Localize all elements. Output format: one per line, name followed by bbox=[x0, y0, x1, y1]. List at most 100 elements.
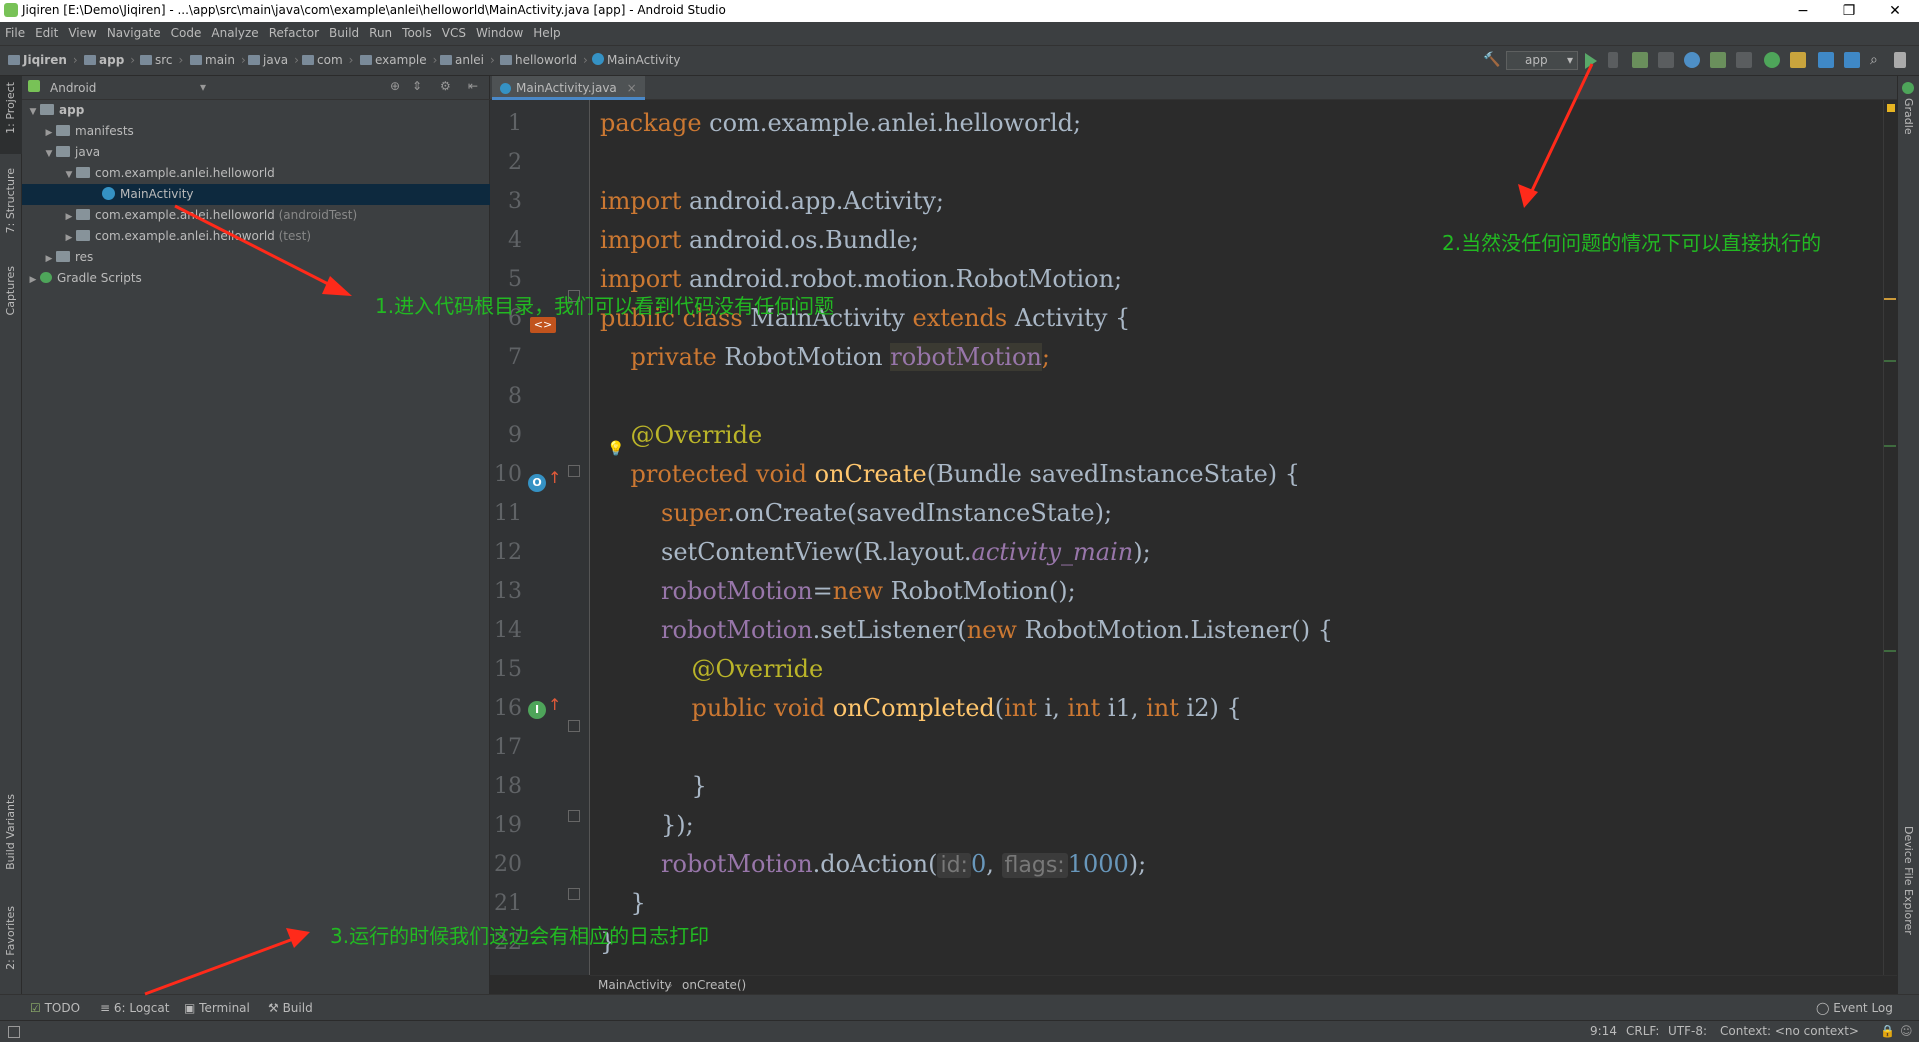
implements-marker-icon[interactable]: I bbox=[528, 701, 546, 719]
apply-changes-icon[interactable] bbox=[1608, 52, 1618, 68]
menu-run[interactable]: Run bbox=[364, 22, 397, 40]
make-project-hammer-icon[interactable]: 🔨 bbox=[1483, 52, 1500, 68]
menu-code[interactable]: Code bbox=[166, 22, 207, 40]
fold-marker-icon[interactable] bbox=[568, 465, 580, 477]
implements-arrow-icon[interactable]: ↑ bbox=[548, 695, 561, 714]
marker[interactable] bbox=[1884, 650, 1896, 652]
menu-analyze[interactable]: Analyze bbox=[206, 22, 263, 40]
menu-build[interactable]: Build bbox=[324, 22, 364, 40]
annotation-1: 1.进入代码根目录，我们可以看到代码没有任何问题 bbox=[375, 294, 835, 318]
lock-icon[interactable]: 🔒 bbox=[1880, 1024, 1895, 1038]
tool-windows-icon[interactable] bbox=[8, 1026, 20, 1038]
tool-logcat[interactable]: ≡ 6: Logcat bbox=[100, 1001, 169, 1015]
collapse-all-icon[interactable]: ⇕ bbox=[412, 79, 422, 93]
crumb-class[interactable]: MainActivity bbox=[598, 978, 672, 992]
maximize-button[interactable]: ❐ bbox=[1826, 1, 1872, 21]
line-number: 15 bbox=[494, 657, 522, 682]
tree-item-package[interactable]: ▼ com.example.anlei.helloworld bbox=[22, 163, 490, 184]
marker[interactable] bbox=[1884, 360, 1896, 362]
project-view-select[interactable]: Android bbox=[50, 81, 96, 95]
tool-build[interactable]: ⚒ Build bbox=[268, 1001, 313, 1015]
activity-layout-icon[interactable]: <> bbox=[530, 317, 556, 333]
breadcrumb-example[interactable]: example › bbox=[360, 53, 437, 67]
breadcrumb-anlei[interactable]: anlei › bbox=[440, 53, 495, 67]
breadcrumb-src[interactable]: src › bbox=[140, 53, 183, 67]
tree-item-res[interactable]: ▶ res bbox=[22, 247, 490, 268]
tool-terminal[interactable]: ▣ Terminal bbox=[184, 1001, 250, 1015]
menu-edit[interactable]: Edit bbox=[30, 22, 63, 40]
stop-icon[interactable] bbox=[1736, 52, 1752, 68]
gear-icon[interactable]: ⚙ bbox=[440, 79, 451, 93]
breadcrumb-java[interactable]: java › bbox=[248, 53, 299, 67]
attach-debugger-icon[interactable] bbox=[1710, 52, 1726, 68]
breadcrumb-helloworld[interactable]: helloworld › bbox=[500, 53, 588, 67]
view-dropdown-icon[interactable]: ▾ bbox=[200, 80, 206, 94]
context-indicator[interactable]: Context: <no context> bbox=[1720, 1024, 1859, 1038]
run-button[interactable] bbox=[1585, 53, 1597, 69]
hide-panel-icon[interactable]: ⇤ bbox=[468, 79, 478, 93]
tree-item-package-androidtest[interactable]: ▶ com.example.anlei.helloworld (androidTe… bbox=[22, 205, 490, 226]
inspector-icon[interactable]: ☺ bbox=[1900, 1024, 1913, 1038]
tool-device-file-explorer[interactable]: Device File Explorer bbox=[1902, 826, 1915, 935]
scroll-from-source-icon[interactable]: ⊕ bbox=[390, 79, 400, 93]
folder-icon bbox=[84, 55, 96, 65]
tab-mainactivity[interactable]: MainActivity.java × bbox=[492, 76, 645, 100]
tree-item-package-test[interactable]: ▶ com.example.anlei.helloworld (test) bbox=[22, 226, 490, 247]
menu-help[interactable]: Help bbox=[528, 22, 565, 40]
coverage-icon[interactable] bbox=[1658, 52, 1674, 68]
tool-event-log[interactable]: ◯ Event Log bbox=[1816, 1001, 1893, 1015]
tool-build-variants[interactable]: Build Variants bbox=[4, 794, 17, 870]
tool-todo[interactable]: ☑ TODO bbox=[30, 1001, 80, 1015]
sdk-manager-icon[interactable] bbox=[1818, 52, 1834, 68]
tree-item-app[interactable]: ▼ app bbox=[22, 100, 490, 121]
close-tab-icon[interactable]: × bbox=[627, 81, 637, 95]
line-number: 1 bbox=[508, 111, 522, 136]
menu-vcs[interactable]: VCS bbox=[437, 22, 471, 40]
breadcrumb-project[interactable]: Jiqiren › bbox=[8, 53, 78, 67]
device-icon[interactable] bbox=[1894, 52, 1906, 68]
debug-icon[interactable] bbox=[1632, 52, 1648, 68]
tool-structure[interactable]: 7: Structure bbox=[4, 168, 17, 233]
menu-window[interactable]: Window bbox=[471, 22, 528, 40]
inspection-status-icon[interactable] bbox=[1887, 104, 1895, 112]
project-structure-icon[interactable] bbox=[1844, 52, 1860, 68]
tool-favorites[interactable]: 2: Favorites bbox=[4, 906, 17, 970]
tree-item-manifests[interactable]: ▶ manifests bbox=[22, 121, 490, 142]
crumb-method[interactable]: onCreate() bbox=[682, 978, 746, 992]
warning-marker[interactable] bbox=[1884, 298, 1896, 300]
menu-view[interactable]: View bbox=[63, 22, 101, 40]
tool-project[interactable]: 1: Project bbox=[4, 82, 17, 134]
breadcrumb-main[interactable]: main › bbox=[190, 53, 246, 67]
run-config-select[interactable]: app ▾ bbox=[1506, 51, 1578, 70]
tree-item-java[interactable]: ▼ java bbox=[22, 142, 490, 163]
file-encoding[interactable]: UTF-8: bbox=[1668, 1024, 1707, 1038]
code-breadcrumb: MainActivity › onCreate() bbox=[590, 975, 1897, 994]
minimize-button[interactable]: − bbox=[1780, 1, 1826, 21]
menu-refactor[interactable]: Refactor bbox=[264, 22, 324, 40]
close-button[interactable]: ✕ bbox=[1872, 1, 1918, 21]
tree-item-mainactivity[interactable]: MainActivity bbox=[22, 184, 490, 205]
package-icon bbox=[76, 167, 90, 178]
line-separator[interactable]: CRLF: bbox=[1626, 1024, 1659, 1038]
breadcrumb-com[interactable]: com › bbox=[302, 53, 353, 67]
override-marker-icon[interactable]: O bbox=[528, 474, 546, 492]
error-stripe[interactable] bbox=[1883, 100, 1897, 975]
fold-marker-icon[interactable] bbox=[568, 888, 580, 900]
marker[interactable] bbox=[1884, 445, 1896, 447]
avd-manager-icon[interactable] bbox=[1790, 52, 1806, 68]
tool-gradle[interactable]: Gradle bbox=[1902, 98, 1915, 135]
menu-navigate[interactable]: Navigate bbox=[102, 22, 166, 40]
tree-item-gradle-scripts[interactable]: ▶ Gradle Scripts bbox=[22, 268, 490, 289]
tool-captures[interactable]: Captures bbox=[4, 266, 17, 315]
fold-marker-icon[interactable] bbox=[568, 720, 580, 732]
breadcrumb-mainactivity[interactable]: MainActivity bbox=[592, 53, 681, 67]
sync-gradle-icon[interactable] bbox=[1764, 52, 1780, 68]
overrides-arrow-icon[interactable]: ↑ bbox=[548, 468, 561, 487]
profile-icon[interactable] bbox=[1684, 52, 1700, 68]
search-icon[interactable]: ⌕ bbox=[1870, 52, 1886, 68]
menu-file[interactable]: File bbox=[0, 22, 30, 40]
fold-marker-icon[interactable] bbox=[568, 810, 580, 822]
menu-tools[interactable]: Tools bbox=[397, 22, 437, 40]
caret-position[interactable]: 9:14 bbox=[1590, 1024, 1617, 1038]
breadcrumb-app[interactable]: app › bbox=[84, 53, 135, 67]
